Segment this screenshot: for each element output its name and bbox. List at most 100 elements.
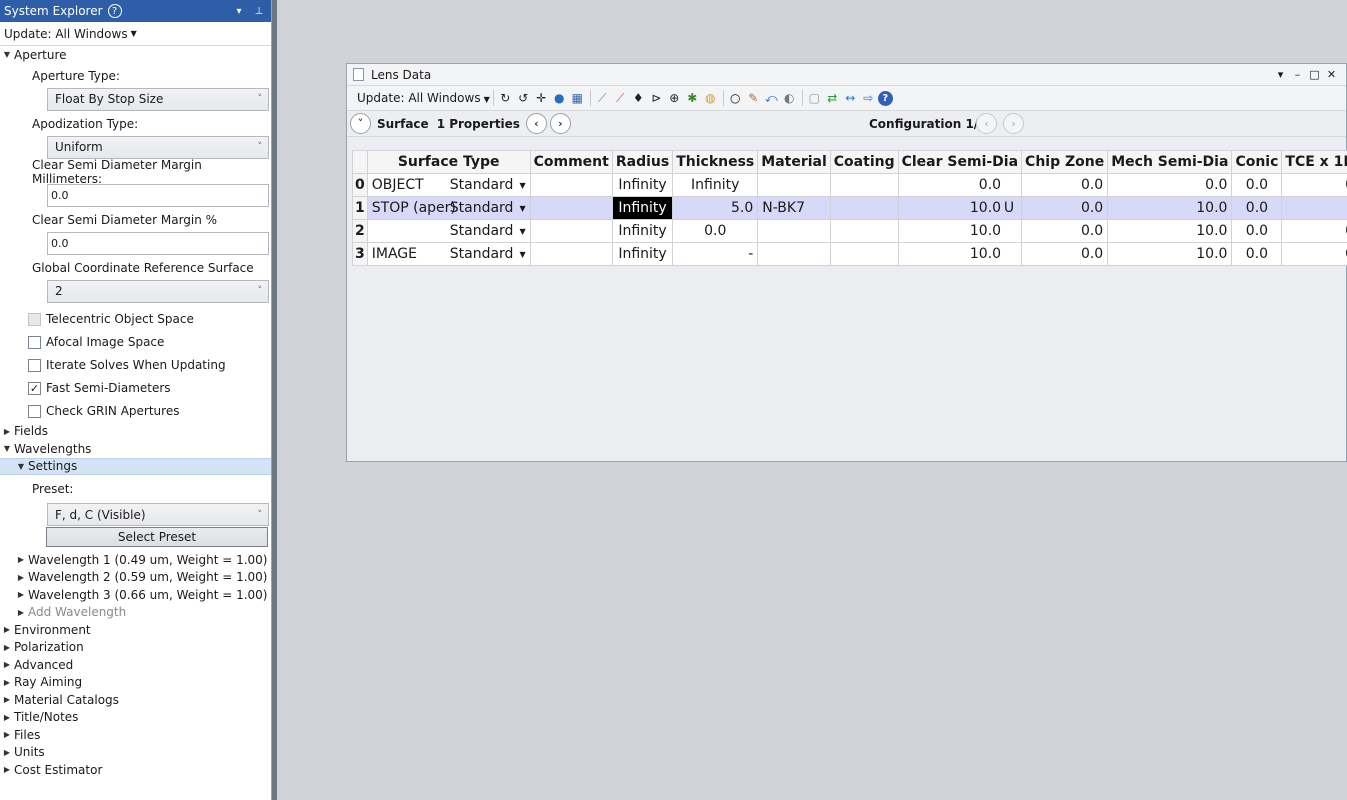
mech-semi-dia-cell[interactable]: 10.0 [1107,196,1233,220]
tree-wavelength-2[interactable]: ▶ Wavelength 2 (0.59 um, Weight = 1.00) [0,569,271,587]
next-config-button[interactable]: › [1003,113,1024,134]
chip-zone-cell[interactable]: 0.0 [1021,173,1109,197]
coating-cell[interactable] [829,219,899,243]
crosshair-icon[interactable]: ✛ [533,90,550,107]
comment-cell[interactable] [529,173,613,197]
check-grin-checkbox[interactable]: Check GRIN Apertures [0,400,271,423]
row-number[interactable]: 0 [352,173,368,197]
aperture-type-select[interactable]: Float By Stop Size ˅ [47,87,269,111]
mech-semi-dia-cell[interactable]: 10.0 [1107,242,1233,266]
margin-pct-input[interactable]: 0.0 [47,231,269,255]
afocal-checkbox[interactable]: Afocal Image Space [0,331,271,354]
mech-semi-dia-cell[interactable]: 10.0 [1107,219,1233,243]
comment-cell[interactable] [529,196,613,220]
apodization-type-select[interactable]: Uniform ˅ [47,135,269,159]
column-header[interactable]: Clear Semi-Dia [897,150,1023,174]
tree-wavelengths[interactable]: ▼ Wavelengths [0,440,271,458]
tree-material-catalogs[interactable]: ▶ Material Catalogs [0,691,271,709]
column-header[interactable]: Radius [611,150,674,174]
dropdown-arrow-icon[interactable]: ▼ [519,204,525,213]
expand-properties-button[interactable]: ˅ [350,113,371,134]
ray-trace-icon[interactable]: ⟋ [612,90,629,107]
column-header[interactable]: Chip Zone [1021,150,1109,174]
chip-zone-cell[interactable]: 0.0 [1021,196,1109,220]
iterate-solves-checkbox[interactable]: Iterate Solves When Updating [0,354,271,377]
fast-semi-diameters-checkbox[interactable]: ✓ Fast Semi-Diameters [0,377,271,400]
footprint-icon[interactable]: ✱ [684,90,701,107]
column-header[interactable]: Surface Type [366,150,531,174]
tree-environment[interactable]: ▶ Environment [0,621,271,639]
update-dropdown[interactable]: Update: All Windows ▼ [357,91,490,105]
panel-splitter[interactable] [272,0,277,800]
layout-icon[interactable]: ▦ [569,90,586,107]
surface-type-cell[interactable]: Standard ▼ [366,219,531,243]
coating-cell[interactable] [829,173,899,197]
palette-icon[interactable]: ◍ [702,90,719,107]
spot-icon[interactable]: ♦ [630,90,647,107]
window-menu-icon[interactable]: ▾ [1272,68,1289,81]
tree-wavelength-3[interactable]: ▶ Wavelength 3 (0.66 um, Weight = 1.00) [0,586,271,604]
row-number[interactable]: 2 [352,219,368,243]
globe-icon[interactable]: ● [551,90,568,107]
aperture-icon[interactable]: ○ [727,90,744,107]
comment-cell[interactable] [529,219,613,243]
update-icon[interactable]: ↻ [497,90,514,107]
margin-mm-input[interactable]: 0.0 [47,183,269,207]
row-number[interactable]: 3 [352,242,368,266]
undo-icon[interactable]: ⤺ [763,90,780,107]
tree-ray-aiming[interactable]: ▶ Ray Aiming [0,674,271,692]
update-all-icon[interactable]: ↺ [515,90,532,107]
tree-title-notes[interactable]: ▶ Title/Notes [0,709,271,727]
conic-cell[interactable]: 0.0 [1231,173,1283,197]
close-icon[interactable]: ✕ [1323,68,1340,81]
surface-type-cell[interactable]: OBJECT Standard ▼ [366,173,531,197]
dropdown-arrow-icon[interactable]: ▼ [519,250,525,259]
ray-fan-icon[interactable]: ⟋ [594,90,611,107]
dropdown-arrow-icon[interactable]: ▼ [519,227,525,236]
clear-semi-dia-cell[interactable]: 10.0 U [897,196,1023,220]
swap-icon[interactable]: ⇄ [824,90,841,107]
tce-cell[interactable]: 0.0 [1281,173,1347,197]
edit-icon[interactable]: ✎ [745,90,762,107]
clear-semi-dia-cell[interactable]: 10.0 [897,242,1023,266]
preset-select[interactable]: F, d, C (Visible) ˅ [47,503,269,526]
coating-cell[interactable] [829,196,899,220]
right-arrow-icon[interactable]: ⇨ [860,90,877,107]
tree-polarization[interactable]: ▶ Polarization [0,639,271,657]
radius-cell-selected[interactable]: Infinity [611,196,674,220]
comment-cell[interactable] [529,242,613,266]
tree-add-wavelength[interactable]: ▶ Add Wavelength [0,604,271,622]
conic-cell[interactable]: 0.0 [1231,219,1283,243]
help-icon[interactable]: ? [877,90,893,106]
row-number[interactable]: 1 [352,196,368,220]
table-row[interactable]: 2 Standard ▼ Infinity 0.0 10.0 0.0 10.0 0… [352,219,1347,243]
conic-cell[interactable]: 0.0 [1231,242,1283,266]
column-header[interactable]: Material [757,150,831,174]
dropdown-arrow-icon[interactable]: ▼ [519,181,525,190]
material-cell[interactable] [757,242,831,266]
mech-semi-dia-cell[interactable]: 0.0 [1107,173,1233,197]
material-cell[interactable]: N-BK7 [757,196,831,220]
column-header[interactable]: Comment [529,150,613,174]
telecentric-checkbox[interactable]: Telecentric Object Space [0,308,271,331]
panel-menu-icon[interactable]: ▾ [231,6,247,17]
column-header[interactable]: Coating [829,150,899,174]
pin-icon[interactable]: ⊥ [251,6,267,17]
maximize-icon[interactable]: □ [1306,68,1323,81]
conic-cell[interactable]: 0.0 [1231,196,1283,220]
coating-cell[interactable] [829,242,899,266]
tree-aperture[interactable]: ▼ Aperture [0,46,271,64]
gcrs-select[interactable]: 2 ˅ [47,279,269,303]
double-arrow-icon[interactable]: ↔ [842,90,859,107]
table-row[interactable]: 1 STOP (aper)Standard ▼ Infinity 5.0 N-BK… [352,196,1347,220]
select-preset-button[interactable]: Select Preset [46,527,268,547]
prev-surface-button[interactable]: ‹ [525,113,547,134]
tree-cost-estimator[interactable]: ▶ Cost Estimator [0,761,271,779]
prev-config-button[interactable]: ‹ [976,113,997,134]
table-row[interactable]: 0 OBJECT Standard ▼ Infinity Infinity 0.0 … [352,173,1347,197]
tree-files[interactable]: ▶ Files [0,726,271,744]
chip-zone-cell[interactable]: 0.0 [1021,219,1109,243]
surface-type-cell[interactable]: IMAGE Standard ▼ [366,242,531,266]
tree-advanced[interactable]: ▶ Advanced [0,656,271,674]
tree-units[interactable]: ▶ Units [0,744,271,762]
